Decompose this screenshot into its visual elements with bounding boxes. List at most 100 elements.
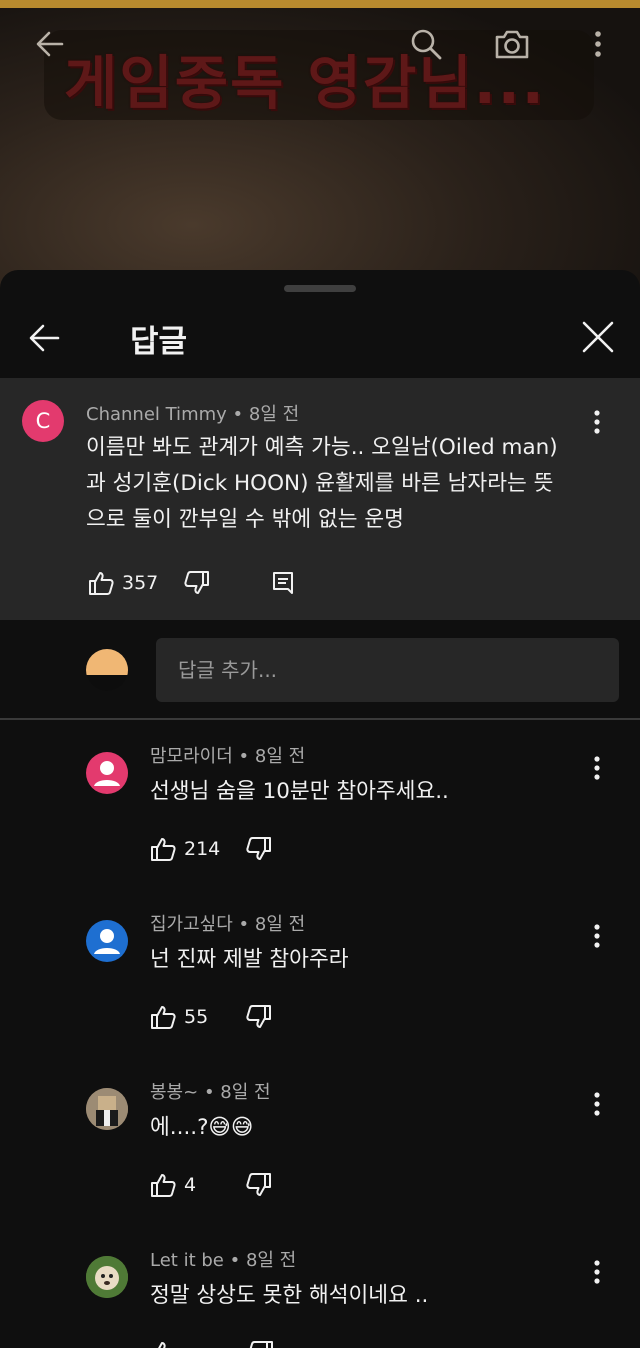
sheet-back-button[interactable] [22, 316, 66, 360]
comment-author[interactable]: Channel Timmy [86, 404, 227, 425]
replies-sheet: 답글 C Channel Timmy • 8일 전 이름만 봐도 관계가 예측 … [0, 270, 640, 1348]
like-count: 357 [122, 572, 159, 594]
comment-body: 정말 상상도 못한 해석이네요 .. [150, 1283, 429, 1308]
comment-meta: Let it be • 8일 전 [150, 1246, 296, 1272]
divider [0, 718, 640, 720]
comment-meta: 집가고싶다 • 8일 전 [150, 910, 305, 936]
back-arrow-icon [29, 324, 60, 352]
comment-actions: 214 [148, 834, 274, 864]
comment-more-button[interactable] [585, 916, 609, 956]
like-button[interactable] [148, 834, 178, 864]
more-vertical-icon [594, 924, 600, 948]
comment-body: 이름만 봐도 관계가 예측 가능.. 오일남(Oiled man) 과 성기훈(… [86, 430, 558, 538]
reply-input[interactable] [156, 638, 619, 702]
comment-actions: 4 [148, 1170, 274, 1200]
comment-time: 8일 전 [254, 914, 306, 935]
meta-separator: • [238, 746, 255, 767]
close-button[interactable] [575, 314, 621, 360]
avatar[interactable] [86, 752, 128, 794]
comment-author[interactable]: 맘모라이더 [150, 746, 233, 767]
dislike-button[interactable] [244, 834, 274, 864]
comment-time: 8일 전 [220, 1082, 271, 1103]
comment-line: 과 성기훈(Dick HOON) 윤활제를 바른 남자라는 뜻 [86, 471, 554, 496]
dislike-button[interactable] [246, 1338, 276, 1348]
comment-line: 으로 둘이 깐부일 수 밖에 없는 운명 [86, 507, 404, 532]
like-button[interactable] [148, 1002, 178, 1032]
back-arrow-icon[interactable] [28, 22, 72, 66]
dislike-button[interactable] [244, 1002, 274, 1032]
like-button[interactable] [86, 568, 116, 598]
dislike-button[interactable] [182, 568, 212, 598]
comment-meta: 봉봉~ • 8일 전 [150, 1078, 271, 1104]
comment-icon [273, 572, 294, 594]
comment-body: 선생님 숨을 10분만 참아주세요.. [150, 779, 449, 804]
user-silhouette-icon [94, 761, 120, 786]
comment-more-button[interactable] [585, 748, 609, 788]
list-item: Let it be • 8일 전 정말 상상도 못한 해석이네요 .. [0, 1244, 640, 1348]
meta-separator: • [232, 404, 249, 425]
comment-author[interactable]: 집가고싶다 [150, 914, 233, 935]
like-count: 4 [184, 1174, 197, 1196]
thumbs-down-icon [249, 1341, 273, 1348]
thumbs-up-icon [158, 1342, 166, 1348]
list-item: 봉봉~ • 8일 전 에....?😅😅 4 [0, 1076, 640, 1244]
comment-actions: 55 [148, 1002, 274, 1032]
comment-body: 에....?😅😅 [150, 1115, 254, 1140]
list-item: 집가고싶다 • 8일 전 넌 진짜 제발 참아주라 55 [0, 908, 640, 1076]
thumbs-down-icon [246, 837, 272, 860]
video-frame-border [0, 0, 640, 8]
video-player-area[interactable]: 게임중독 영감님... [0, 0, 640, 300]
meta-separator: • [238, 914, 255, 935]
comment-meta: Channel Timmy • 8일 전 [86, 400, 299, 426]
comment-body: 넌 진짜 제발 참아주라 [150, 947, 349, 972]
more-vertical-icon [594, 756, 600, 780]
comment-time: 8일 전 [248, 404, 300, 425]
comment-actions: 357 [86, 568, 298, 598]
more-vertical-icon [594, 410, 600, 434]
sheet-header: 답글 [0, 300, 640, 378]
comment-more-button[interactable] [585, 402, 609, 442]
comment-more-button[interactable] [585, 1084, 609, 1124]
thumbs-up-icon [89, 572, 114, 595]
drag-handle[interactable] [284, 285, 356, 292]
thumbs-up-icon [151, 1006, 176, 1029]
reply-button[interactable] [268, 568, 298, 598]
comment-more-button[interactable] [585, 1252, 609, 1292]
thumbs-up-icon [151, 1174, 176, 1197]
comment-time: 8일 전 [245, 1250, 297, 1271]
avatar-picture [86, 1256, 128, 1298]
like-count: 55 [184, 1006, 209, 1028]
camera-icon[interactable] [490, 22, 534, 66]
like-button[interactable] [148, 1170, 178, 1200]
add-reply-row [0, 620, 640, 720]
comment-author[interactable]: Let it be [150, 1250, 224, 1271]
comment-line: 이름만 봐도 관계가 예측 가능.. 오일남(Oiled man) [86, 435, 558, 460]
user-silhouette-icon [94, 929, 120, 954]
comment-meta: 맘모라이더 • 8일 전 [150, 742, 305, 768]
avatar[interactable] [86, 920, 128, 962]
search-icon[interactable] [404, 22, 448, 66]
thumbs-down-icon [184, 571, 210, 594]
more-vertical-icon [594, 1260, 600, 1284]
sheet-title: 답글 [130, 324, 188, 360]
more-vertical-icon [594, 1092, 600, 1116]
comment-actions [148, 1338, 276, 1348]
meta-separator: • [203, 1082, 221, 1103]
like-count: 214 [184, 838, 221, 860]
more-vertical-icon[interactable] [576, 22, 620, 66]
meta-separator: • [229, 1250, 246, 1271]
avatar[interactable] [86, 649, 128, 691]
list-item: 맘모라이더 • 8일 전 선생님 숨을 10분만 참아주세요.. 214 [0, 740, 640, 908]
avatar-picture [86, 1088, 128, 1130]
comment-time: 8일 전 [254, 746, 306, 767]
like-button[interactable] [148, 1338, 178, 1348]
avatar[interactable] [86, 1256, 128, 1298]
thumbs-down-icon [246, 1005, 272, 1028]
avatar[interactable] [86, 1088, 128, 1130]
parent-comment: C Channel Timmy • 8일 전 이름만 봐도 관계가 예측 가능.… [0, 378, 640, 620]
video-caption-text: 게임중독 영감님... [64, 49, 546, 117]
thumbs-down-icon [246, 1173, 272, 1196]
avatar[interactable]: C [22, 400, 64, 442]
comment-author[interactable]: 봉봉~ [150, 1082, 198, 1103]
dislike-button[interactable] [244, 1170, 274, 1200]
